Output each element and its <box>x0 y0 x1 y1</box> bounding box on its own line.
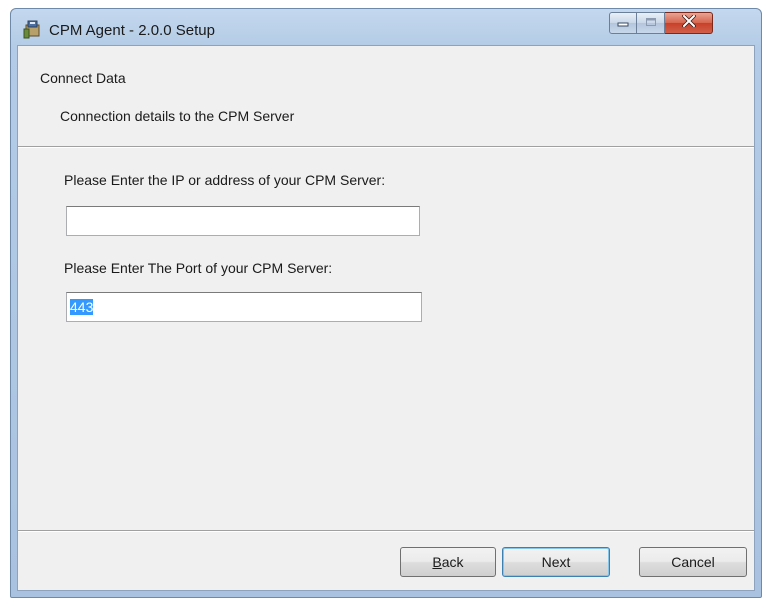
back-accelerator: B <box>432 554 442 570</box>
page-title: Connect Data <box>40 70 126 86</box>
port-input[interactable]: 443 <box>66 292 422 322</box>
maximize-icon <box>645 14 657 32</box>
maximize-button[interactable] <box>637 12 665 34</box>
port-label: Please Enter The Port of your CPM Server… <box>64 260 333 276</box>
next-button[interactable]: Next <box>502 547 610 577</box>
minimize-icon <box>617 14 629 32</box>
ip-address-label: Please Enter the IP or address of your C… <box>64 172 386 188</box>
close-button[interactable] <box>665 12 713 34</box>
ip-address-input[interactable] <box>66 206 420 236</box>
setup-window: CPM Agent - 2.0.0 Setup Connect Data Con… <box>10 8 762 598</box>
minimize-button[interactable] <box>609 12 637 34</box>
cancel-button[interactable]: Cancel <box>639 547 747 577</box>
header-divider <box>18 146 754 148</box>
title-bar[interactable]: CPM Agent - 2.0.0 Setup <box>11 9 761 45</box>
window-title: CPM Agent - 2.0.0 Setup <box>49 22 215 39</box>
wizard-header: Connect Data Connection details to the C… <box>18 46 754 146</box>
port-value: 443 <box>70 299 94 315</box>
footer-divider <box>18 530 754 532</box>
close-icon <box>681 14 696 32</box>
wizard-panel: Connect Data Connection details to the C… <box>17 45 755 591</box>
back-button[interactable]: Back <box>400 547 496 577</box>
back-label: ack <box>441 554 464 570</box>
installer-icon <box>23 19 43 39</box>
page-subtitle: Connection details to the CPM Server <box>60 108 295 124</box>
